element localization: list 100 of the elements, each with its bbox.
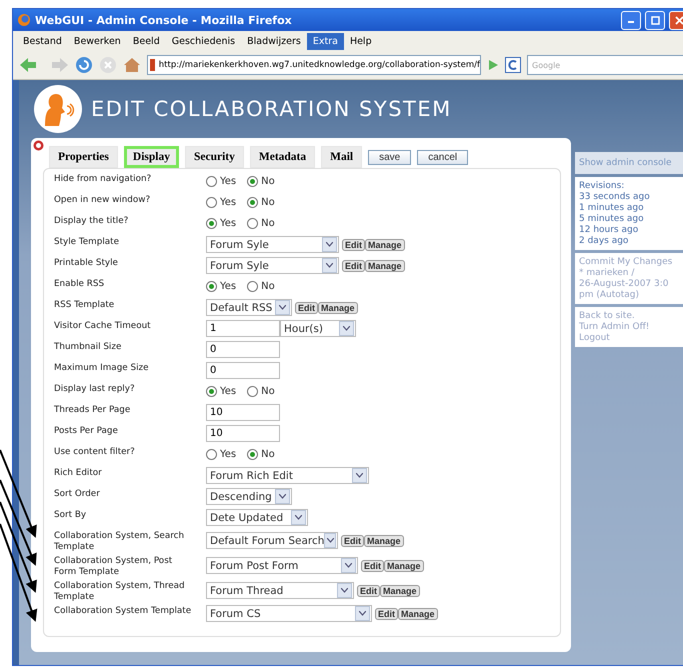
commit-text: 26-August-2007 3:0 — [579, 279, 670, 289]
cancel-button[interactable]: cancel — [417, 150, 468, 165]
field-label: Rich Editor — [54, 467, 103, 479]
menu-item[interactable]: Bewerken — [68, 32, 127, 50]
radio-option[interactable]: Yes — [206, 197, 236, 208]
revision-link[interactable]: 1 minutes ago — [579, 203, 683, 213]
radio-option[interactable]: No — [247, 197, 275, 208]
input-field[interactable]: 0 — [206, 362, 280, 379]
page-title: EDIT COLLABORATION SYSTEM — [91, 97, 452, 121]
edit-button[interactable]: Edit — [375, 608, 398, 620]
radio-option[interactable]: Yes — [206, 176, 236, 187]
radio-option[interactable]: Yes — [206, 386, 236, 397]
radio-option[interactable]: Yes — [206, 281, 236, 292]
field-label: Collaboration System, Thread Template — [54, 580, 186, 603]
edit-button[interactable]: Edit — [341, 534, 364, 546]
close-button[interactable] — [669, 10, 683, 30]
dropdown[interactable]: Default RSS — [206, 299, 292, 316]
field-label: Style Template — [54, 236, 120, 248]
edit-button[interactable]: Edit — [357, 584, 380, 596]
caret-icon — [356, 473, 363, 478]
manage-button[interactable]: Manage — [365, 260, 405, 272]
field-label: Collaboration System, Post Form Template — [54, 555, 174, 578]
caret-icon — [326, 538, 334, 543]
radio-option[interactable]: No — [247, 176, 275, 187]
caret-icon — [341, 588, 348, 593]
minimize-button[interactable] — [621, 10, 641, 30]
revision-link[interactable]: 5 minutes ago — [579, 214, 683, 224]
caret-icon — [345, 563, 352, 568]
dropdown[interactable]: Descending — [206, 488, 292, 505]
window-title: WebGUI - Admin Console - Mozilla Firefox — [35, 14, 293, 26]
tab[interactable]: Security — [184, 146, 244, 168]
browser-logo-icon — [17, 13, 31, 27]
dropdown[interactable]: Forum CS — [206, 605, 372, 622]
dropdown[interactable]: Forum Rich Edit — [206, 467, 369, 484]
field-label: Collaboration System, Search Template — [54, 530, 186, 553]
caret-icon — [343, 326, 350, 331]
site-icon — [150, 59, 155, 71]
field-label: Enable RSS — [54, 278, 106, 290]
manage-button[interactable]: Manage — [380, 584, 420, 596]
dropdown[interactable]: Forum Syle — [206, 236, 339, 253]
field-label: Printable Style — [54, 257, 119, 269]
menu-item[interactable]: Help — [344, 32, 378, 50]
dropdown[interactable]: Default Forum Search — [206, 532, 338, 549]
edit-button[interactable]: Edit — [295, 302, 318, 314]
go-icon[interactable] — [487, 59, 499, 71]
caret-icon — [326, 263, 333, 268]
manage-button[interactable]: Manage — [384, 560, 424, 572]
dropdown[interactable]: Dete Updated — [206, 509, 308, 526]
tab[interactable]: Metadata — [250, 146, 316, 168]
reload-icon[interactable] — [75, 56, 93, 74]
dropdown[interactable]: Forum Thread — [206, 582, 354, 599]
radio-option[interactable]: Yes — [206, 449, 236, 460]
field-label: Maximum Image Size — [54, 362, 150, 374]
field-label: Open in new window? — [54, 194, 152, 206]
radio-option[interactable]: No — [247, 281, 275, 292]
input-field[interactable]: 0 — [206, 341, 280, 358]
field-label: Display the title? — [54, 215, 130, 227]
manage-button[interactable]: Manage — [318, 302, 358, 314]
radio-option[interactable]: No — [247, 218, 275, 229]
tab[interactable]: Mail — [321, 146, 362, 168]
menu-item[interactable]: Geschiedenis — [166, 32, 242, 50]
radio-option[interactable]: Yes — [206, 218, 236, 229]
dropdown[interactable]: Forum Post Form — [206, 557, 358, 574]
field-label: Use content filter? — [54, 446, 136, 458]
menu-item[interactable]: Bestand — [17, 32, 68, 50]
maximize-button[interactable] — [645, 10, 665, 30]
input-field[interactable]: 10 — [206, 425, 280, 442]
search-engine-icon[interactable] — [505, 57, 521, 73]
context-menu-icon[interactable] — [33, 140, 44, 151]
save-button[interactable]: save — [368, 150, 412, 165]
input-field[interactable]: 1 — [206, 320, 280, 337]
edit-button[interactable]: Edit — [342, 238, 365, 250]
home-icon[interactable] — [123, 56, 141, 74]
dropdown[interactable]: Forum Syle — [206, 257, 339, 274]
field-label: Sort By — [54, 509, 88, 521]
revision-link[interactable]: 33 seconds ago — [579, 192, 683, 202]
tab[interactable]: Properties — [49, 146, 118, 168]
speaker-logo-icon — [33, 84, 83, 134]
tab[interactable]: Display — [124, 146, 179, 168]
field-label: Display last reply? — [54, 383, 136, 395]
radio-option[interactable]: No — [247, 386, 275, 397]
revision-link[interactable]: 2 days ago — [579, 236, 683, 246]
commit-text: Commit My Changes — [579, 257, 674, 267]
manage-button[interactable]: Manage — [365, 238, 405, 250]
menu-item[interactable]: Beeld — [126, 32, 166, 50]
caret-icon — [295, 515, 302, 520]
edit-button[interactable]: Edit — [361, 560, 384, 572]
menu-item[interactable]: Extra — [306, 32, 344, 50]
menu-item[interactable]: Bladwijzers — [241, 32, 307, 50]
manage-button[interactable]: Manage — [398, 608, 438, 620]
input-field[interactable]: 10 — [206, 404, 280, 421]
field-label: Hide from navigation? — [54, 173, 152, 185]
edit-button[interactable]: Edit — [342, 260, 365, 272]
manage-button[interactable]: Manage — [364, 534, 404, 546]
address-bar[interactable]: http://mariekenkerkhoven.wg7.unitedknowledge.org/collaboration-system/f — [147, 55, 481, 75]
caret-icon — [326, 242, 333, 247]
radio-option[interactable]: No — [247, 449, 275, 460]
revision-link[interactable]: 12 hours ago — [579, 225, 683, 235]
dropdown[interactable]: Hour(s) — [280, 320, 356, 337]
field-label: Threads Per Page — [54, 404, 132, 416]
